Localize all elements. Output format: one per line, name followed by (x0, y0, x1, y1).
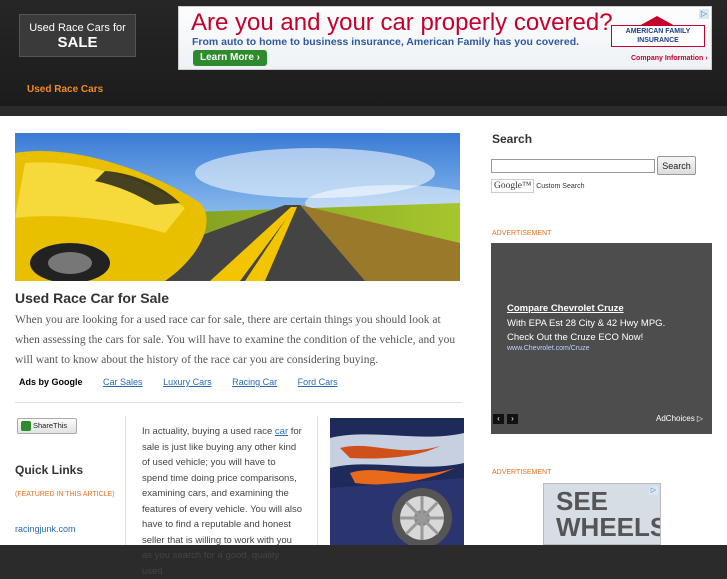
wheels-ad-text: SEE WHEELS (556, 488, 661, 542)
logo-line2: SALE (57, 34, 98, 51)
custom-search-label: Custom Search (536, 183, 585, 190)
advertisement-label: ADVERTISEMENT (492, 469, 552, 476)
custom-car-image (330, 418, 464, 545)
ad-links-row: Ads by Google Car Sales Luxury Cars Raci… (19, 377, 356, 387)
logo-line1: Used Race Cars for (29, 22, 126, 34)
sidebar-ad-url[interactable]: www.Chevrolet.com/Cruze (507, 345, 589, 352)
article-text-rest: for sale is just like buying any other k… (142, 426, 303, 577)
main-content: Used Race Car for Sale When you are look… (0, 116, 727, 577)
prev-ad-icon[interactable]: ‹ (493, 414, 504, 424)
share-icon (21, 421, 31, 431)
article-keyword-link[interactable]: car (275, 426, 288, 437)
sharethis-button[interactable]: ShareThis (17, 418, 77, 434)
site-header: Used Race Cars for SALE Are you and your… (0, 0, 727, 106)
adchoices-icon[interactable]: ▷ (649, 486, 658, 495)
sharethis-label: ShareThis (33, 421, 68, 430)
sidebar-ad-line1: With EPA Est 28 City & 42 Hwy MPG. (507, 318, 666, 329)
search-input[interactable] (491, 159, 655, 173)
google-logo: Google™ (491, 179, 535, 193)
brand-line1: AMERICAN FAMILY (625, 28, 691, 35)
adchoices-link[interactable]: AdChoices ▷ (656, 414, 703, 423)
ads-by-google-label[interactable]: Ads by Google (19, 377, 83, 387)
brand-logo: AMERICAN FAMILY INSURANCE (611, 25, 705, 47)
next-ad-icon[interactable]: › (507, 414, 518, 424)
sidebar-ad-line2: Check Out the Cruze ECO Now! (507, 332, 644, 343)
search-button[interactable]: Search (657, 156, 696, 175)
column-divider (125, 416, 126, 545)
wheels-ad-line2: WHEELS (556, 512, 661, 542)
brand-line2: INSURANCE (637, 37, 679, 44)
banner-subtext: From auto to home to business insurance,… (192, 36, 580, 48)
article-body: In actuality, buying a used race car for… (142, 424, 302, 579)
quick-link-item[interactable]: racingjunk.com (15, 524, 76, 534)
sidebar-ad[interactable]: Compare Chevrolet Cruze With EPA Est 28 … (491, 243, 712, 434)
quick-links-title: Quick Links (15, 463, 84, 477)
article-text-start: In actuality, buying a used race (142, 426, 275, 437)
nav-item-used-race-cars[interactable]: Used Race Cars (27, 84, 103, 95)
ad-link-racing-car[interactable]: Racing Car (232, 377, 277, 387)
sidebar-ad-title[interactable]: Compare Chevrolet Cruze (507, 303, 624, 314)
learn-more-button[interactable]: Learn More › (193, 50, 267, 66)
divider (15, 402, 462, 403)
top-banner-ad[interactable]: Are you and your car properly covered? F… (178, 6, 712, 70)
ad-link-ford-cars[interactable]: Ford Cars (298, 377, 338, 387)
wheels-ad[interactable]: SEE WHEELS ▷ (543, 483, 661, 545)
company-info-link[interactable]: Company Information › (631, 55, 708, 62)
hero-image (15, 133, 460, 281)
site-logo[interactable]: Used Race Cars for SALE (19, 14, 136, 57)
post-title: Used Race Car for Sale (15, 290, 170, 306)
featured-note: (FEATURED IN THIS ARTICLE) (15, 491, 115, 498)
search-title: Search (492, 132, 533, 146)
ad-link-car-sales[interactable]: Car Sales (103, 377, 143, 387)
google-custom-search: Google™ Custom Search (491, 179, 584, 193)
advertisement-label: ADVERTISEMENT (492, 230, 552, 237)
post-intro: When you are looking for a used race car… (15, 314, 456, 366)
column-divider (317, 416, 318, 545)
banner-headline: Are you and your car properly covered? (191, 9, 613, 36)
ad-link-luxury-cars[interactable]: Luxury Cars (163, 377, 212, 387)
adchoices-icon[interactable]: ▷ (699, 9, 709, 19)
